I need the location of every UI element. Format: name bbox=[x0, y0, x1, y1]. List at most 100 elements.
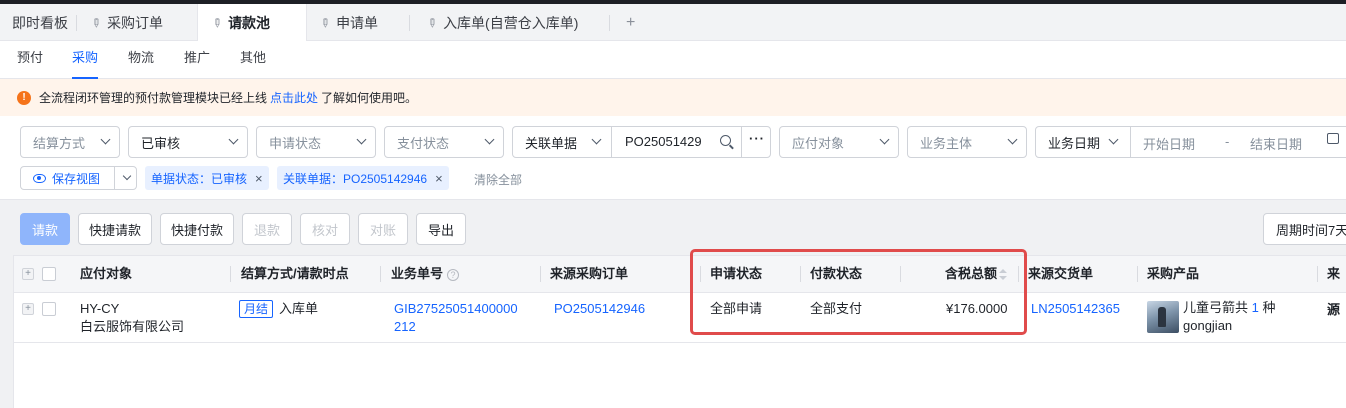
col-divider bbox=[540, 266, 541, 282]
delivery-link[interactable]: LN2505142365 bbox=[1031, 300, 1120, 318]
tab-label: 采购订单 bbox=[107, 14, 164, 31]
end-date-input[interactable]: 结束日期 bbox=[1250, 134, 1302, 153]
tab-dashboard[interactable]: 即时看板 bbox=[12, 4, 68, 41]
related-doc-type[interactable]: 关联单据 bbox=[525, 133, 577, 152]
tab-purchase-orders[interactable]: ✎ 采购订单 bbox=[88, 4, 164, 41]
source-po-link[interactable]: PO2505142946 bbox=[554, 300, 645, 318]
chevron-down-icon bbox=[1007, 134, 1018, 145]
select-placeholder: 应付对象 bbox=[792, 135, 845, 151]
col-payee: 应付对象 bbox=[80, 266, 133, 281]
subtab-logistics[interactable]: 物流 bbox=[128, 41, 154, 79]
period-select[interactable]: 周期时间7天 bbox=[1263, 213, 1346, 245]
action-toolbar: 请款 快捷请款 快捷付款 退款 核对 对账 导出 周期时间7天 bbox=[0, 201, 1346, 255]
product-thumbnail[interactable] bbox=[1147, 301, 1179, 333]
refund-button[interactable]: 退款 bbox=[242, 213, 292, 245]
apply-status-select[interactable]: 申请状态 bbox=[256, 126, 376, 158]
col-product: 采购产品 bbox=[1147, 266, 1200, 281]
chip-label: 关联单据：PO2505142946 bbox=[283, 171, 428, 186]
chevron-down-icon[interactable] bbox=[122, 171, 132, 181]
col-biz-no-label: 业务单号 bbox=[391, 266, 444, 281]
product-sku: gongjian bbox=[1183, 318, 1233, 333]
category-subtabs: 预付 采购 物流 推广 其他 bbox=[0, 41, 1346, 79]
add-tab-button[interactable]: + bbox=[626, 4, 635, 41]
eye-icon bbox=[33, 173, 46, 183]
request-payment-button[interactable]: 请款 bbox=[20, 213, 70, 245]
clear-all-link[interactable]: 清除全部 bbox=[474, 171, 522, 188]
select-placeholder: 业务主体 bbox=[920, 135, 973, 151]
product-summary: 儿童弓箭共 1 种 bbox=[1183, 299, 1276, 317]
tab-divider bbox=[409, 15, 410, 31]
row-checkbox[interactable] bbox=[42, 302, 56, 316]
pin-icon[interactable]: ✎ bbox=[209, 14, 226, 31]
expand-all-icon[interactable]: + bbox=[22, 268, 34, 280]
entity-select[interactable]: 业务主体 bbox=[907, 126, 1027, 158]
highlight-box bbox=[690, 249, 1027, 335]
col-source-po: 来源采购订单 bbox=[550, 266, 629, 281]
audit-status-select[interactable]: 已审核 bbox=[128, 126, 248, 158]
verify-button[interactable]: 核对 bbox=[300, 213, 350, 245]
field-divider bbox=[1130, 127, 1131, 157]
button-divider bbox=[114, 167, 115, 189]
settlement-cell: 月结 入库单 bbox=[239, 300, 318, 318]
date-type-select[interactable]: 业务日期 bbox=[1048, 133, 1100, 152]
tab-payment-pool[interactable]: ✎ 请款池 bbox=[197, 4, 307, 41]
tab-inbound-orders[interactable]: ✎ 入库单(自营仓入库单) bbox=[424, 4, 579, 41]
field-divider bbox=[611, 127, 612, 157]
settlement-point: 入库单 bbox=[279, 301, 319, 316]
date-range-picker[interactable]: 业务日期 开始日期 - 结束日期 bbox=[1035, 126, 1346, 158]
subtab-other[interactable]: 其他 bbox=[240, 41, 266, 79]
col-divider bbox=[1137, 266, 1138, 282]
pin-icon[interactable]: ✎ bbox=[424, 14, 441, 31]
date-separator: - bbox=[1225, 134, 1230, 149]
payee-name: 白云服饰有限公司 bbox=[80, 319, 185, 334]
select-all-checkbox[interactable] bbox=[42, 267, 56, 281]
quick-pay-button[interactable]: 快捷付款 bbox=[160, 213, 234, 245]
biz-no-line1: GIB27525051400000 bbox=[394, 301, 518, 316]
tab-applications[interactable]: ✎ 申请单 bbox=[317, 4, 379, 41]
pay-status-select[interactable]: 支付状态 bbox=[384, 126, 504, 158]
table-header: + 应付对象 结算方式/请款时点 业务单号? 来源采购订单 申请状态 付款状态 … bbox=[14, 255, 1346, 317]
col-biz-no: 业务单号? bbox=[391, 256, 460, 292]
select-placeholder: 结算方式 bbox=[33, 135, 86, 151]
related-doc-search[interactable]: 关联单据 PO25051429 ··· bbox=[512, 126, 771, 158]
subtab-prepay[interactable]: 预付 bbox=[17, 41, 43, 79]
subtab-promotion[interactable]: 推广 bbox=[184, 41, 210, 79]
more-icon[interactable]: ··· bbox=[749, 131, 765, 146]
col-divider bbox=[230, 266, 231, 282]
search-icon[interactable] bbox=[720, 135, 731, 146]
select-placeholder: 申请状态 bbox=[269, 135, 322, 151]
expand-row-icon[interactable]: + bbox=[22, 303, 34, 315]
export-button[interactable]: 导出 bbox=[416, 213, 466, 245]
pin-icon[interactable]: ✎ bbox=[88, 14, 105, 31]
payee-code: HY-CY bbox=[80, 301, 120, 316]
product-name: 儿童弓箭共 bbox=[1183, 300, 1249, 315]
help-icon[interactable]: ? bbox=[447, 268, 460, 281]
reconcile-button[interactable]: 对账 bbox=[358, 213, 408, 245]
product-count-link[interactable]: 1 bbox=[1252, 300, 1259, 315]
payee-select[interactable]: 应付对象 bbox=[779, 126, 899, 158]
related-doc-input[interactable]: PO25051429 bbox=[625, 134, 713, 149]
field-divider bbox=[741, 127, 742, 157]
table-row[interactable]: + HY-CY 白云服饰有限公司 月结 入库单 GIB27525051400000… bbox=[14, 293, 1346, 343]
settlement-select[interactable]: 结算方式 bbox=[20, 126, 120, 158]
chevron-down-icon bbox=[879, 134, 890, 145]
notice-link[interactable]: 点击此处 bbox=[270, 89, 318, 106]
warning-icon: ! bbox=[17, 90, 31, 105]
pin-icon[interactable]: ✎ bbox=[317, 14, 334, 31]
col-source: 来源 bbox=[1327, 266, 1341, 317]
chevron-down-icon bbox=[100, 134, 111, 145]
subtab-purchase[interactable]: 采购 bbox=[72, 41, 99, 79]
save-view-button[interactable]: 保存视图 bbox=[20, 166, 137, 190]
tab-divider bbox=[609, 15, 610, 31]
start-date-input[interactable]: 开始日期 bbox=[1143, 134, 1195, 153]
filter-panel: 结算方式 已审核 申请状态 支付状态 关联单据 PO25051429 ··· 应… bbox=[0, 116, 1346, 200]
quick-request-button[interactable]: 快捷请款 bbox=[78, 213, 152, 245]
biz-no-line2: 212 bbox=[394, 319, 416, 334]
col-delivery: 来源交货单 bbox=[1028, 266, 1094, 281]
biz-no-link[interactable]: GIB27525051400000 212 bbox=[394, 300, 518, 336]
select-placeholder: 支付状态 bbox=[397, 135, 450, 151]
calendar-icon[interactable] bbox=[1327, 133, 1339, 144]
filter-chip-status: 单据状态：已审核 × bbox=[145, 166, 269, 190]
close-icon[interactable]: × bbox=[435, 171, 443, 186]
close-icon[interactable]: × bbox=[255, 171, 263, 186]
